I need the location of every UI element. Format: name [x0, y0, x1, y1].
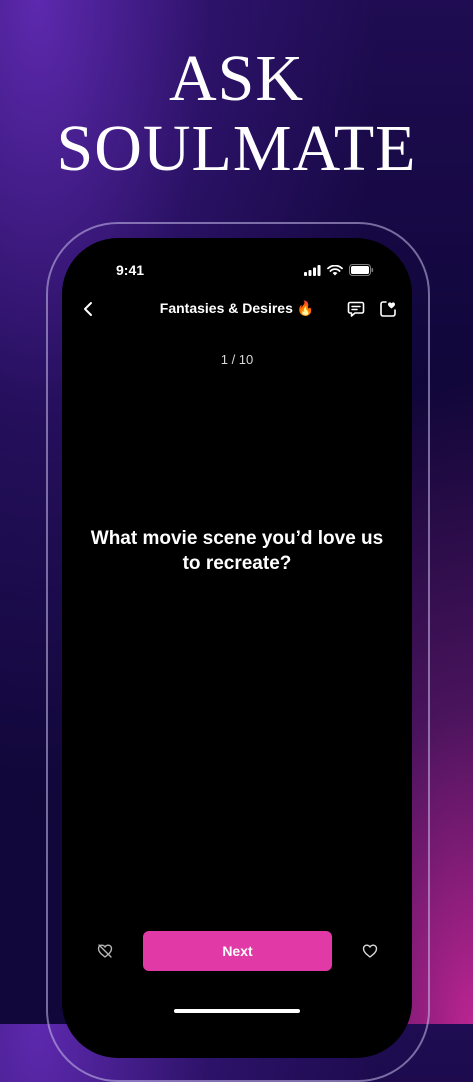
question-counter: 1 / 10 — [220, 352, 254, 367]
dislike-button[interactable] — [94, 940, 116, 962]
chat-button[interactable] — [345, 298, 367, 320]
like-button[interactable] — [359, 940, 381, 962]
headline-line-1: ASK — [168, 42, 305, 115]
headline-line-2: SOULMATE — [56, 112, 417, 185]
back-button[interactable] — [76, 296, 100, 322]
status-time: 9:41 — [116, 262, 145, 278]
chat-icon — [347, 301, 365, 317]
heart-off-icon — [97, 944, 113, 958]
next-button[interactable]: Next — [143, 931, 332, 971]
nav-title-text: Fantasies & Desires — [159, 300, 293, 316]
home-indicator[interactable] — [174, 1009, 300, 1013]
question-text: What movie scene you’d love us to recrea… — [90, 528, 384, 574]
heart-icon — [362, 944, 378, 958]
battery-icon — [349, 264, 374, 276]
status-icons — [304, 264, 374, 276]
app-headline: ASK SOULMATE — [0, 44, 473, 184]
nav-bar: Fantasies & Desires 🔥 — [62, 296, 412, 322]
save-button[interactable] — [377, 298, 399, 320]
phone-screen: 9:41 Fantasies & Desires 🔥 1 / 10 What m… — [62, 238, 412, 1058]
signal-icon — [304, 264, 321, 276]
chevron-left-icon — [84, 302, 92, 316]
wifi-icon — [327, 264, 343, 275]
heart-square-icon — [380, 301, 396, 317]
fire-icon: 🔥 — [296, 300, 315, 316]
